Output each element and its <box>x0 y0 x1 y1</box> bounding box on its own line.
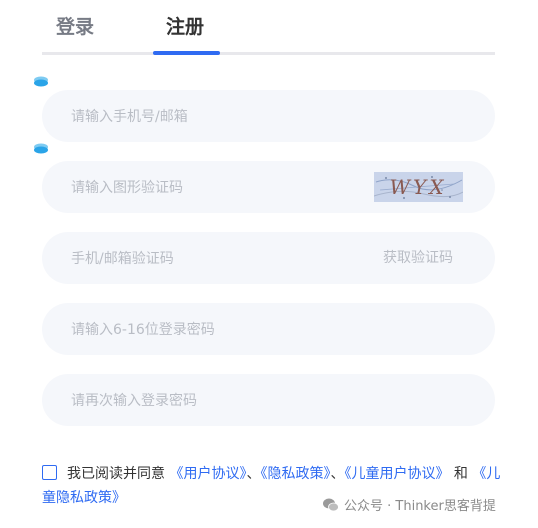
fill-marker-icon[interactable] <box>33 141 49 157</box>
confirm-password-field <box>42 374 495 428</box>
verification-code-input[interactable] <box>69 232 373 286</box>
tab-divider <box>42 52 495 55</box>
captcha-input[interactable] <box>69 161 373 215</box>
password-input[interactable] <box>69 303 373 357</box>
agreement-checkbox[interactable] <box>42 465 57 480</box>
wechat-icon <box>323 498 339 511</box>
captcha-text: WYX <box>390 175 447 199</box>
tab-active-indicator <box>153 51 220 55</box>
privacy-policy-link[interactable]: 《隐私政策》 <box>260 466 330 482</box>
agreement-prefix: 我已阅读并同意 <box>67 466 165 482</box>
watermark: 公众号 · Thinker思客背提 <box>322 495 496 514</box>
watermark-text: 公众号 · Thinker思客背提 <box>344 499 496 514</box>
auth-tabs: 登录 注册 <box>0 0 538 56</box>
account-field <box>42 90 495 144</box>
agreement-separator: 、 <box>330 466 345 482</box>
fill-marker-icon[interactable] <box>33 74 49 90</box>
agreement-conjunction: 和 <box>453 466 468 482</box>
agreement-separator: 、 <box>246 466 261 482</box>
captcha-noise: WYX <box>374 175 463 199</box>
get-code-button[interactable]: 获取验证码 <box>383 232 453 284</box>
account-input[interactable] <box>69 90 373 144</box>
password-field <box>42 303 495 357</box>
tab-register[interactable]: 注册 <box>166 12 204 39</box>
confirm-password-input[interactable] <box>69 374 373 428</box>
user-agreement-link[interactable]: 《用户协议》 <box>169 466 246 482</box>
verification-code-field: 获取验证码 <box>42 232 495 286</box>
children-agreement-link[interactable]: 《儿童用户协议》 <box>344 466 449 482</box>
captcha-field: WYX <box>42 161 495 215</box>
tab-login[interactable]: 登录 <box>56 12 94 39</box>
captcha-image[interactable]: WYX <box>374 172 463 202</box>
